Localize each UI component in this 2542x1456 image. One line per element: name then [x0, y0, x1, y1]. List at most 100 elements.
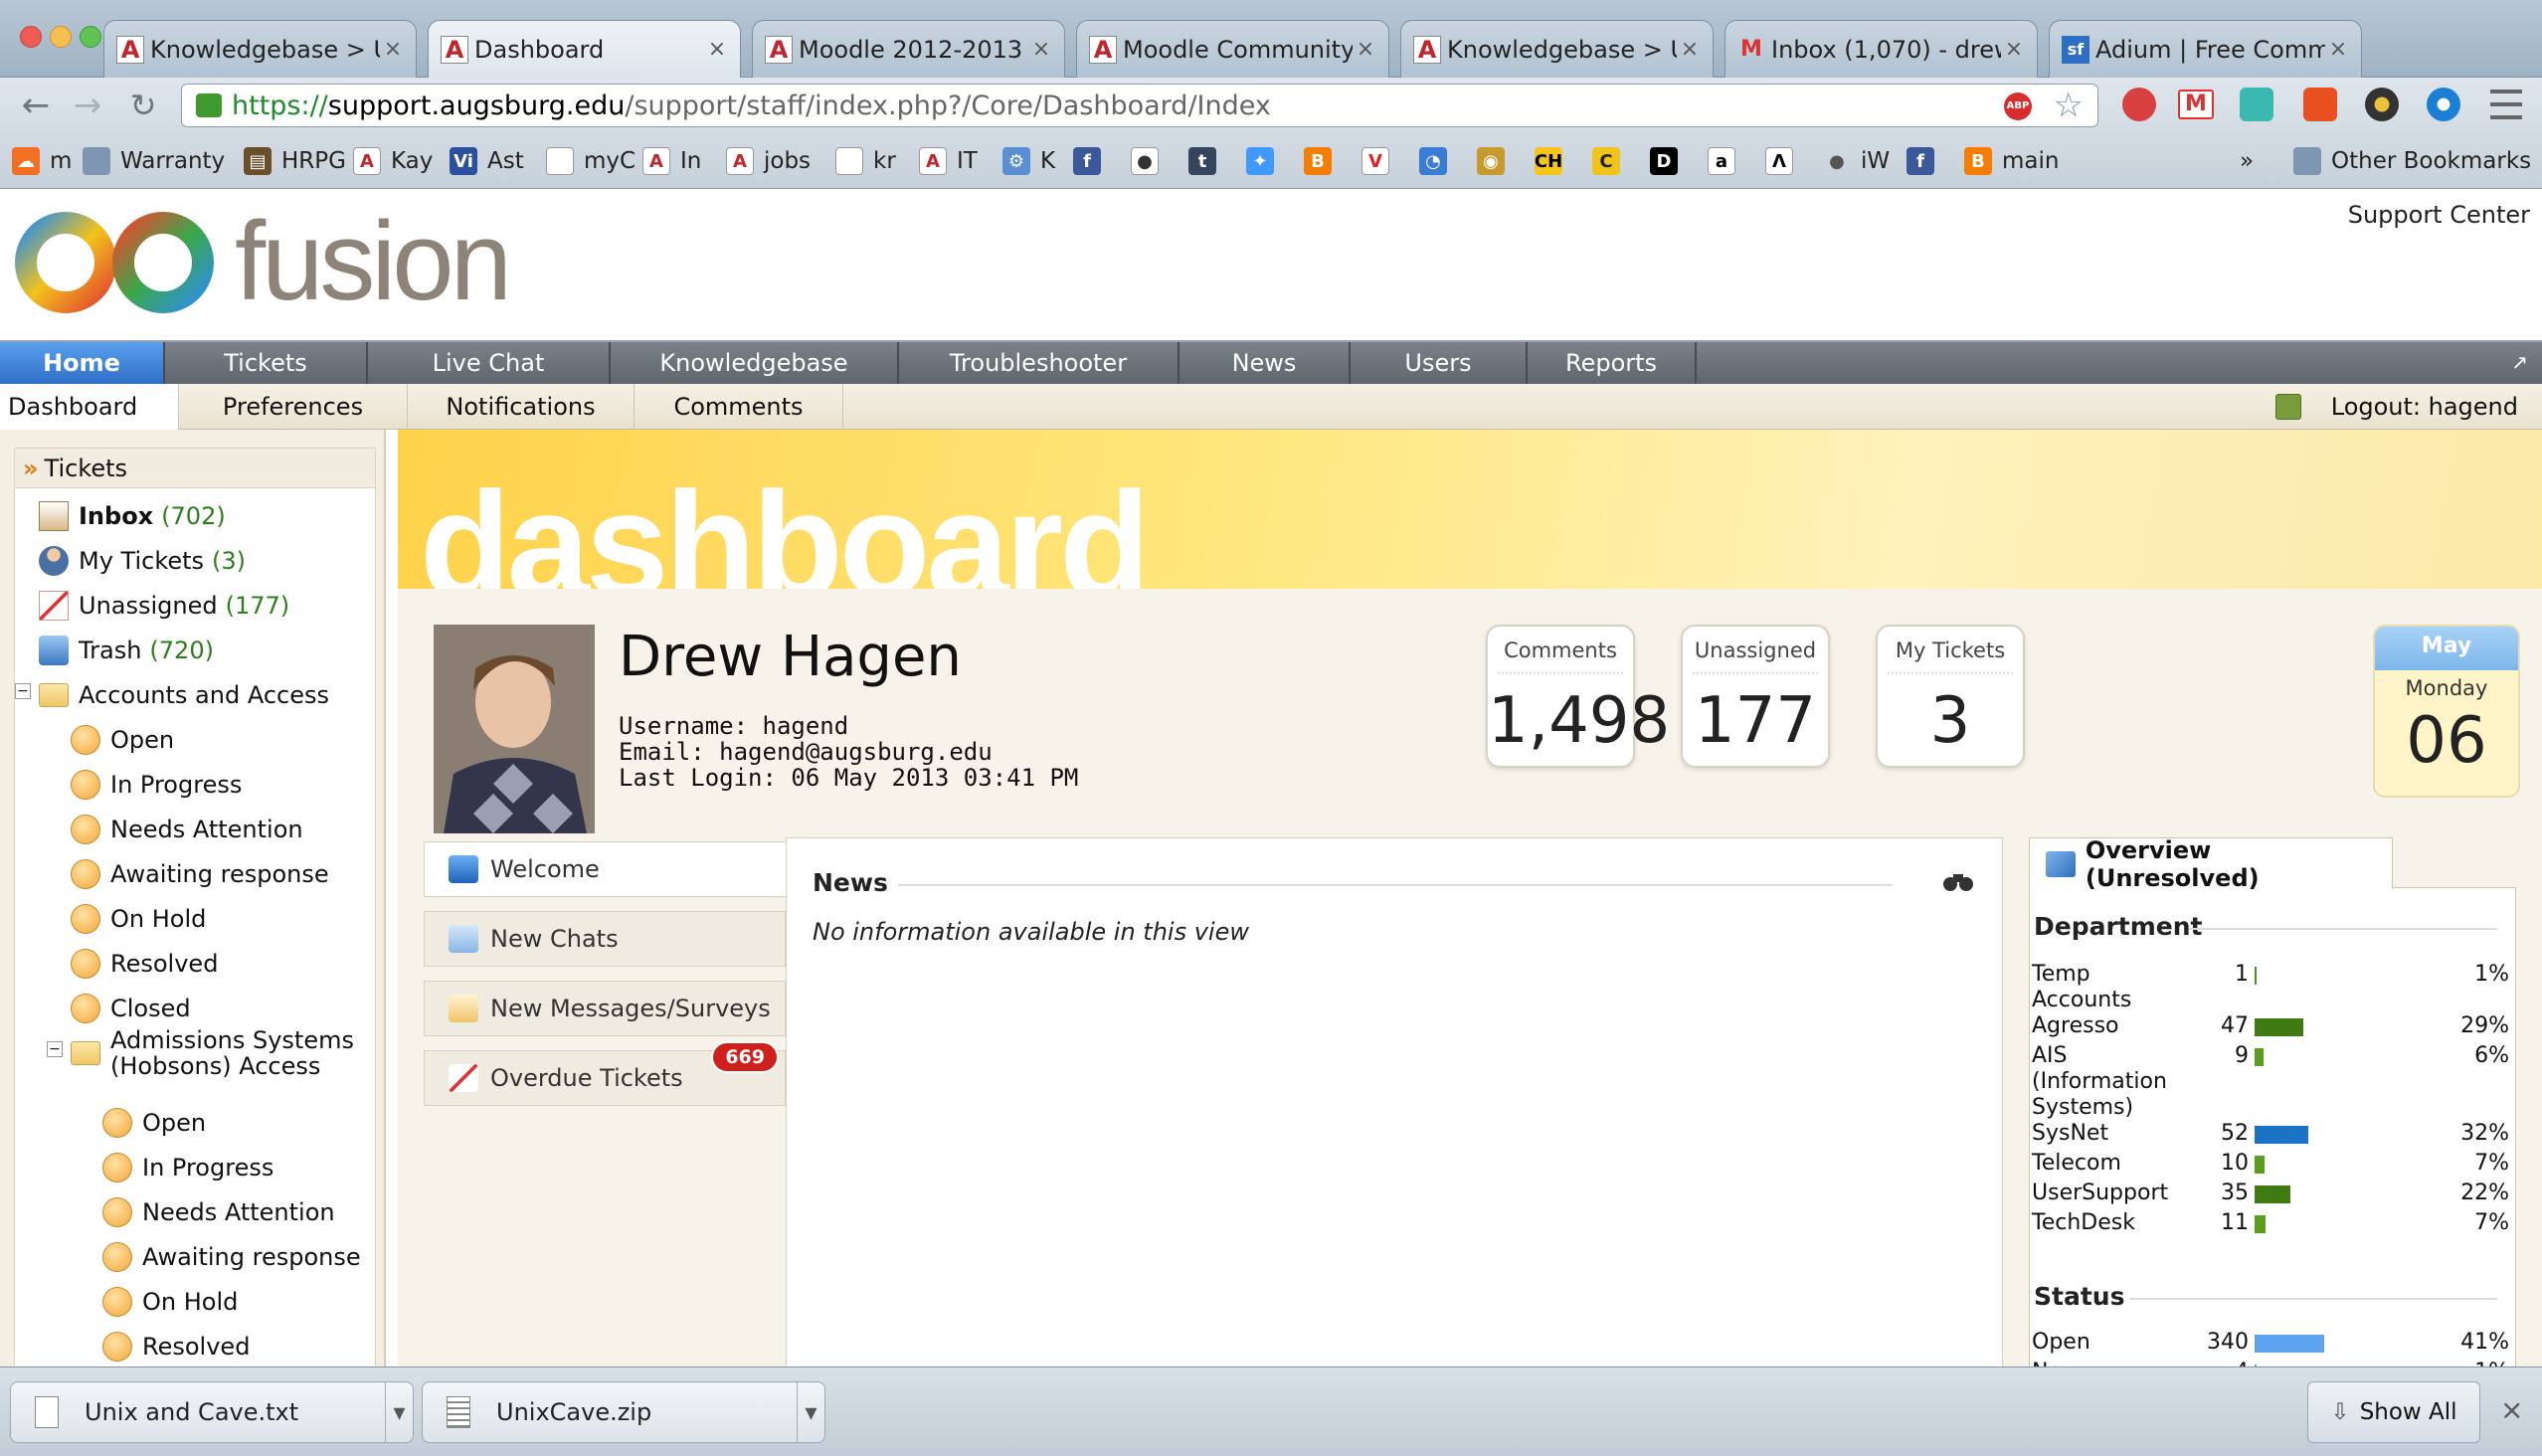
- stat-card-my-tickets[interactable]: My Tickets 3: [1876, 625, 2025, 768]
- extension-icon[interactable]: [2365, 88, 2399, 121]
- browser-tab[interactable]: A Knowledgebase > U ×: [103, 20, 417, 78]
- minimize-window-button[interactable]: [50, 26, 72, 48]
- logout-link[interactable]: Logout: hagend: [2331, 384, 2518, 430]
- bookmark-item[interactable]: f: [1906, 143, 1944, 179]
- subnav-notifications[interactable]: Notifications: [408, 384, 635, 430]
- reload-button[interactable]: ↻: [121, 86, 165, 125]
- address-bar[interactable]: https://support.augsburg.edu/support/sta…: [181, 84, 2098, 127]
- close-tab-icon[interactable]: ×: [1677, 37, 1703, 62]
- menu-icon[interactable]: [2490, 90, 2522, 119]
- bookmark-item[interactable]: myC: [546, 143, 636, 179]
- bookmark-item[interactable]: ◔: [1419, 143, 1457, 179]
- bookmark-item[interactable]: Bmain: [1964, 143, 2059, 179]
- tree-item-inbox[interactable]: Inbox (702): [39, 496, 226, 536]
- nav-tab-knowledgebase[interactable]: Knowledgebase: [611, 342, 899, 384]
- download-menu-icon[interactable]: ▾: [797, 1382, 824, 1442]
- tab-active[interactable]: A Dashboard ×: [428, 20, 741, 78]
- bookmark-item[interactable]: a: [1708, 143, 1745, 179]
- tree-item-admissions[interactable]: − Admissions Systems (Hobsons) Access: [47, 1027, 359, 1079]
- subnav-comments[interactable]: Comments: [635, 384, 843, 430]
- bookmark-item[interactable]: A Kay: [353, 143, 433, 179]
- tree-status-item[interactable]: Resolved: [71, 944, 218, 984]
- bookmark-item[interactable]: f: [1073, 143, 1111, 179]
- nav-tab-reports[interactable]: Reports: [1528, 342, 1697, 384]
- bookmark-item[interactable]: B: [1304, 143, 1342, 179]
- tree-item-my[interactable]: My Tickets (3): [39, 541, 246, 581]
- bookmark-item[interactable]: kr: [835, 143, 896, 179]
- browser-tab[interactable]: M Inbox (1,070) - drew ×: [1725, 20, 2038, 78]
- close-tab-icon[interactable]: ×: [704, 37, 730, 62]
- stat-card-unassigned[interactable]: Unassigned 177: [1681, 625, 1830, 768]
- close-tab-icon[interactable]: ×: [2001, 37, 2027, 62]
- zoom-window-button[interactable]: [80, 26, 101, 48]
- tree-item-accounts[interactable]: − Accounts and Access: [15, 675, 329, 715]
- extension-gear-icon[interactable]: [2122, 88, 2156, 121]
- forward-button[interactable]: →: [66, 86, 109, 125]
- close-tab-icon[interactable]: ×: [2325, 37, 2351, 62]
- sidetab-new-chats[interactable]: New Chats: [424, 911, 786, 967]
- bookmark-item[interactable]: ⚙ K: [1002, 143, 1055, 179]
- download-item[interactable]: Unix and Cave.txt ▾: [10, 1381, 414, 1443]
- bookmark-item[interactable]: Warranty: [83, 143, 225, 179]
- nav-tab-home[interactable]: Home: [0, 342, 165, 384]
- bookmark-item[interactable]: D: [1650, 143, 1688, 179]
- nav-tab-troubleshooter[interactable]: Troubleshooter: [899, 342, 1180, 384]
- bookmark-item[interactable]: ▤ HRPG: [244, 143, 346, 179]
- close-tab-icon[interactable]: ×: [1353, 37, 1378, 62]
- browser-tab[interactable]: A Knowledgebase > U ×: [1400, 20, 1714, 78]
- bookmark-item[interactable]: Other Bookmarks: [2293, 143, 2531, 179]
- bookmark-item[interactable]: CH: [1535, 143, 1572, 179]
- gmail-extension-icon[interactable]: M: [2178, 90, 2214, 119]
- nav-tab-live-chat[interactable]: Live Chat: [368, 342, 611, 384]
- tree-status-item[interactable]: Needs Attention: [102, 1192, 335, 1232]
- bookmark-item[interactable]: ● iW: [1823, 143, 1890, 179]
- collapse-icon[interactable]: −: [47, 1041, 63, 1057]
- bookmark-item[interactable]: Ajobs: [726, 143, 811, 179]
- nav-tab-users[interactable]: Users: [1351, 342, 1528, 384]
- show-all-button[interactable]: ⇩ Show All: [2307, 1381, 2480, 1443]
- sidetab-overdue-tickets[interactable]: Overdue Tickets 669: [424, 1041, 786, 1106]
- adblock-icon[interactable]: ABP: [2004, 92, 2032, 120]
- bookmark-item[interactable]: »: [2240, 143, 2254, 179]
- bookmark-item[interactable]: ☁ m: [12, 143, 72, 179]
- tree-status-item[interactable]: On Hold: [102, 1282, 238, 1322]
- binoculars-icon[interactable]: [1942, 870, 1974, 892]
- sidetab-welcome[interactable]: Welcome: [424, 841, 786, 897]
- browser-tab[interactable]: A Moodle 2012-2013 ×: [752, 20, 1065, 78]
- extension-icon[interactable]: [2240, 88, 2273, 121]
- tree-status-item[interactable]: Closed: [71, 989, 191, 1028]
- tree-status-item[interactable]: Needs Attention: [71, 810, 303, 849]
- close-window-button[interactable]: [20, 26, 42, 48]
- subnav-dashboard[interactable]: Dashboard: [0, 384, 179, 430]
- tree-status-item[interactable]: Awaiting response: [102, 1237, 361, 1277]
- nav-tab-tickets[interactable]: Tickets: [165, 342, 368, 384]
- browser-tab[interactable]: A Moodle Community ×: [1076, 20, 1389, 78]
- collapse-icon[interactable]: −: [15, 683, 31, 699]
- bookmark-item[interactable]: V: [1362, 143, 1399, 179]
- tree-status-item[interactable]: Resolved: [102, 1327, 250, 1366]
- bookmark-item[interactable]: Vi Ast: [450, 143, 524, 179]
- tree-status-item[interactable]: Awaiting response: [71, 854, 329, 894]
- download-menu-icon[interactable]: ▾: [385, 1382, 413, 1442]
- browser-tab[interactable]: sf Adium | Free Comm ×: [2049, 20, 2362, 78]
- tree-item-unassigned[interactable]: Unassigned (177): [39, 586, 289, 626]
- bookmark-item[interactable]: A IT: [919, 143, 978, 179]
- close-download-bar-icon[interactable]: ×: [2500, 1393, 2523, 1426]
- close-tab-icon[interactable]: ×: [380, 37, 406, 62]
- bookmark-item[interactable]: Λ: [1765, 143, 1803, 179]
- bookmark-item[interactable]: ●: [1131, 143, 1169, 179]
- bookmark-item[interactable]: A In: [642, 143, 701, 179]
- subnav-preferences[interactable]: Preferences: [179, 384, 408, 430]
- tree-status-item[interactable]: Open: [71, 720, 174, 760]
- bookmark-star-icon[interactable]: ☆: [2054, 85, 2084, 126]
- support-center-link[interactable]: Support Center: [2348, 201, 2530, 229]
- overview-tab[interactable]: Overview (Unresolved): [2029, 836, 2393, 892]
- bookmark-item[interactable]: C: [1592, 143, 1630, 179]
- bookmark-item[interactable]: ◉: [1477, 143, 1515, 179]
- tree-status-item[interactable]: Open: [102, 1103, 206, 1143]
- close-tab-icon[interactable]: ×: [1028, 37, 1054, 62]
- tree-status-item[interactable]: In Progress: [102, 1148, 273, 1187]
- tree-status-item[interactable]: On Hold: [71, 899, 206, 939]
- stat-card-comments[interactable]: Comments 1,498: [1486, 625, 1670, 768]
- expand-icon[interactable]: ↗: [2511, 350, 2528, 374]
